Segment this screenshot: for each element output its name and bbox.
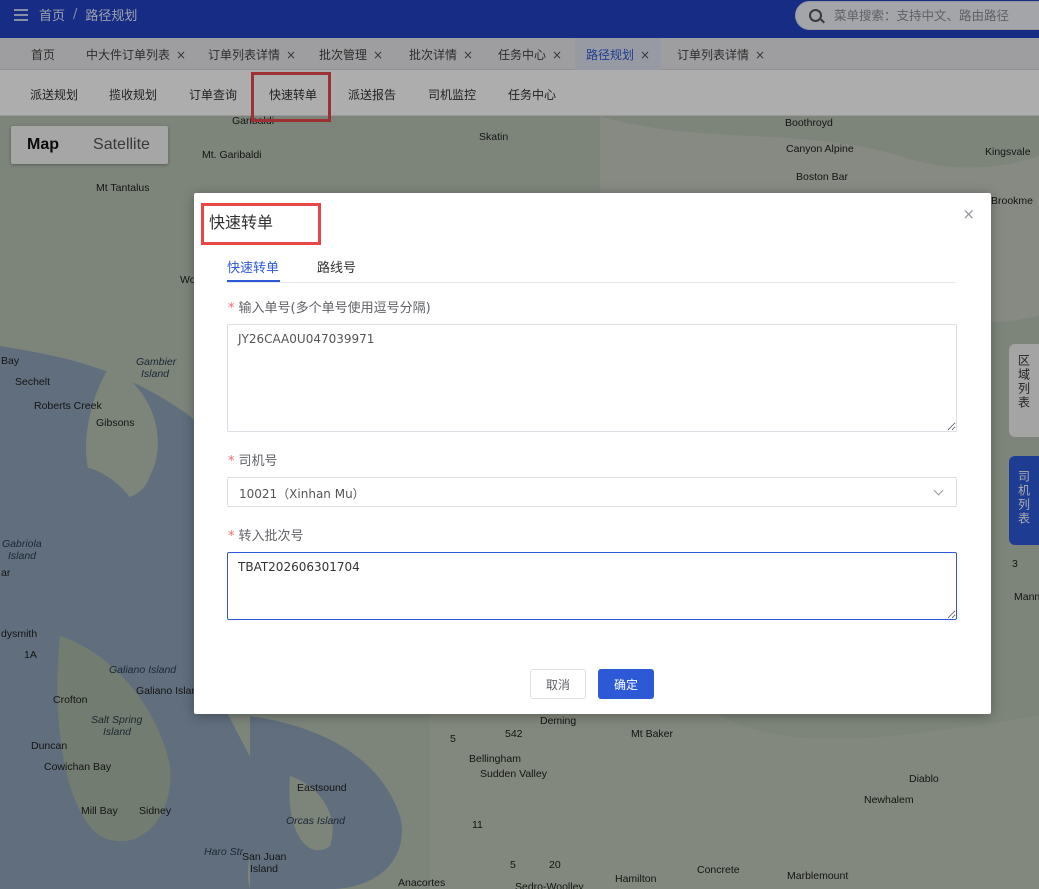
chevron-down-icon [933,485,944,496]
dialog-tabs: 快速转单 路线号 [227,249,956,283]
order-number-label: * 输入单号(多个单号使用逗号分隔) [228,297,431,316]
order-number-textarea[interactable]: JY26CAA0U047039971 [227,324,957,432]
batch-number-label-text: 转入批次号 [238,529,304,544]
quick-transfer-dialog: 快速转单 × 快速转单 路线号 * 输入单号(多个单号使用逗号分隔) JY26CA… [194,193,991,714]
close-icon[interactable]: × [962,205,975,223]
batch-number-label: * 转入批次号 [228,525,304,544]
driver-number-label-text: 司机号 [238,454,278,469]
driver-select[interactable]: 10021（Xinhan Mu） [227,477,957,507]
required-mark: * [228,529,235,544]
batch-number-textarea[interactable]: TBAT202606301704 [227,552,957,620]
cancel-button[interactable]: 取消 [530,669,586,699]
required-mark: * [228,454,235,469]
order-number-label-text: 输入单号(多个单号使用逗号分隔) [238,301,431,316]
required-mark: * [228,301,235,316]
dialog-tab-quick-transfer[interactable]: 快速转单 [227,257,279,276]
confirm-button[interactable]: 确定 [598,669,654,699]
driver-select-value: 10021（Xinhan Mu） [239,487,365,501]
driver-number-label: * 司机号 [228,450,278,469]
active-tab-indicator [227,280,280,282]
dialog-tab-route-number[interactable]: 路线号 [317,257,356,276]
highlight-box-dialog-title [201,203,321,245]
